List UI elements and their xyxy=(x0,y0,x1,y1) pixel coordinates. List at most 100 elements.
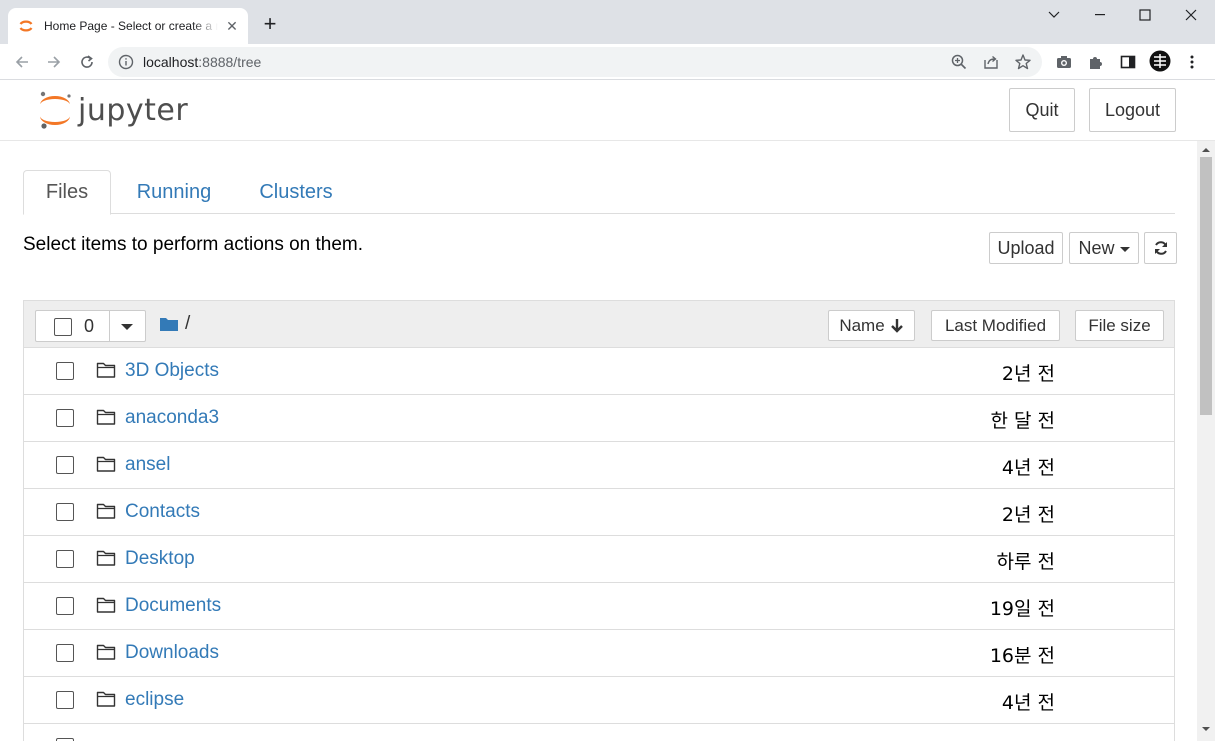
browser-titlebar: Home Page - Select or create a notebook … xyxy=(0,0,1215,44)
jupyter-page: jupyter Quit Logout Files Running Cluste… xyxy=(0,81,1215,741)
select-all-checkbox[interactable] xyxy=(54,318,72,336)
table-row-partial[interactable] xyxy=(24,724,1174,741)
row-checkbox[interactable] xyxy=(56,691,74,709)
new-button-label: New xyxy=(1078,237,1115,258)
close-window-icon[interactable] xyxy=(1168,0,1214,30)
tab-clusters[interactable]: Clusters xyxy=(247,170,345,214)
folder-icon xyxy=(96,550,116,566)
jupyter-logo-icon xyxy=(40,91,71,129)
table-row[interactable]: 3D Objects 2년 전 xyxy=(24,348,1174,395)
browser-toolbar: localhost:8888/tree xyxy=(0,44,1215,80)
jupyter-wordmark: jupyter xyxy=(78,92,189,128)
last-modified: 하루 전 xyxy=(996,551,1055,573)
instructions-text: Select items to perform actions on them. xyxy=(23,234,364,255)
back-arrow-icon[interactable] xyxy=(10,50,34,74)
jupyter-header: jupyter Quit Logout xyxy=(0,81,1215,141)
folder-icon xyxy=(96,597,116,613)
address-bar[interactable]: localhost:8888/tree xyxy=(108,47,1042,77)
select-divider xyxy=(109,311,110,341)
logout-button[interactable]: Logout xyxy=(1089,88,1176,132)
breadcrumb[interactable]: / xyxy=(159,313,190,335)
table-row[interactable]: anaconda3 한 달 전 xyxy=(24,395,1174,442)
selected-count: 0 xyxy=(84,316,95,336)
site-info-icon[interactable] xyxy=(118,54,134,70)
last-modified: 19일 전 xyxy=(989,598,1055,620)
folder-solid-icon xyxy=(160,318,178,331)
row-checkbox[interactable] xyxy=(56,597,74,615)
chevron-down-icon[interactable] xyxy=(1031,0,1077,30)
file-name-link[interactable]: Desktop xyxy=(125,548,195,570)
row-checkbox[interactable] xyxy=(56,550,74,568)
last-modified: 2년 전 xyxy=(1001,504,1055,526)
sort-name-label: Name xyxy=(839,315,885,335)
folder-icon xyxy=(96,644,116,660)
scroll-down-arrow-icon[interactable] xyxy=(1201,724,1211,734)
breadcrumb-root: / xyxy=(185,313,191,334)
last-modified: 4년 전 xyxy=(1001,692,1055,714)
file-list-header: 0 / Name Last Modified File size xyxy=(24,301,1174,348)
caret-down-icon xyxy=(1119,246,1130,252)
row-checkbox[interactable] xyxy=(56,409,74,427)
extensions-puzzle-icon[interactable] xyxy=(1087,53,1105,71)
more-menu-icon[interactable] xyxy=(1183,53,1201,71)
arrow-down-icon xyxy=(890,318,903,333)
scroll-up-arrow-icon[interactable] xyxy=(1201,145,1211,155)
maximize-icon[interactable] xyxy=(1122,0,1168,30)
last-modified: 4년 전 xyxy=(1001,457,1055,479)
row-checkbox[interactable] xyxy=(56,644,74,662)
select-dropdown-caret-icon[interactable] xyxy=(121,324,133,330)
url-text: localhost:8888/tree xyxy=(143,54,262,70)
sort-last-modified-button[interactable]: Last Modified xyxy=(931,310,1060,341)
table-row[interactable]: Documents 19일 전 xyxy=(24,583,1174,630)
new-tab-icon[interactable]: + xyxy=(258,12,282,36)
jupyter-logo[interactable]: jupyter xyxy=(38,89,188,131)
refresh-button[interactable] xyxy=(1144,232,1177,264)
page-scrollbar[interactable] xyxy=(1197,141,1215,741)
file-name-link[interactable]: 3D Objects xyxy=(125,360,219,382)
row-checkbox[interactable] xyxy=(56,503,74,521)
row-checkbox[interactable] xyxy=(56,456,74,474)
share-icon[interactable] xyxy=(982,53,1000,71)
file-name-link[interactable]: Downloads xyxy=(125,642,219,664)
side-panel-icon[interactable] xyxy=(1119,53,1137,71)
notebook-tabs: Files Running Clusters xyxy=(23,170,1175,215)
table-row[interactable]: eclipse 4년 전 xyxy=(24,677,1174,724)
folder-icon xyxy=(96,362,116,378)
last-modified: 한 달 전 xyxy=(990,410,1055,432)
select-all-group: 0 xyxy=(35,310,146,342)
folder-icon xyxy=(96,409,116,425)
tab-title: Home Page - Select or create a notebook xyxy=(44,19,218,33)
browser-tab[interactable]: Home Page - Select or create a notebook … xyxy=(8,8,248,44)
reload-icon[interactable] xyxy=(75,50,99,74)
sort-file-size-button[interactable]: File size xyxy=(1075,310,1164,341)
file-name-link[interactable]: Documents xyxy=(125,595,221,617)
tab-files[interactable]: Files xyxy=(23,170,111,215)
profile-avatar-icon[interactable] xyxy=(1149,50,1171,72)
scrollbar-thumb[interactable] xyxy=(1200,157,1212,415)
folder-icon xyxy=(96,456,116,472)
forward-arrow-icon[interactable] xyxy=(42,50,66,74)
table-row[interactable]: Downloads 16분 전 xyxy=(24,630,1174,677)
bookmark-star-icon[interactable] xyxy=(1014,53,1032,71)
table-row[interactable]: ansel 4년 전 xyxy=(24,442,1174,489)
minimize-icon[interactable] xyxy=(1077,0,1123,30)
last-modified: 16분 전 xyxy=(989,645,1055,667)
zoom-icon[interactable] xyxy=(950,53,968,71)
quit-button[interactable]: Quit xyxy=(1009,88,1075,132)
sort-name-button[interactable]: Name xyxy=(828,310,915,341)
new-dropdown-button[interactable]: New xyxy=(1069,232,1139,264)
file-name-link[interactable]: eclipse xyxy=(125,689,184,711)
camera-icon[interactable] xyxy=(1055,53,1073,71)
file-name-link[interactable]: anaconda3 xyxy=(125,407,219,429)
file-name-link[interactable]: Contacts xyxy=(125,501,200,523)
close-tab-icon[interactable]: ✕ xyxy=(224,18,240,34)
folder-icon xyxy=(96,691,116,707)
last-modified: 2년 전 xyxy=(1001,363,1055,385)
tab-running[interactable]: Running xyxy=(123,170,225,214)
file-name-link[interactable]: ansel xyxy=(125,454,170,476)
row-checkbox[interactable] xyxy=(56,362,74,380)
upload-button[interactable]: Upload xyxy=(989,232,1063,264)
table-row[interactable]: Desktop 하루 전 xyxy=(24,536,1174,583)
table-row[interactable]: Contacts 2년 전 xyxy=(24,489,1174,536)
file-list: 0 / Name Last Modified File size 3D Obje… xyxy=(23,300,1175,741)
